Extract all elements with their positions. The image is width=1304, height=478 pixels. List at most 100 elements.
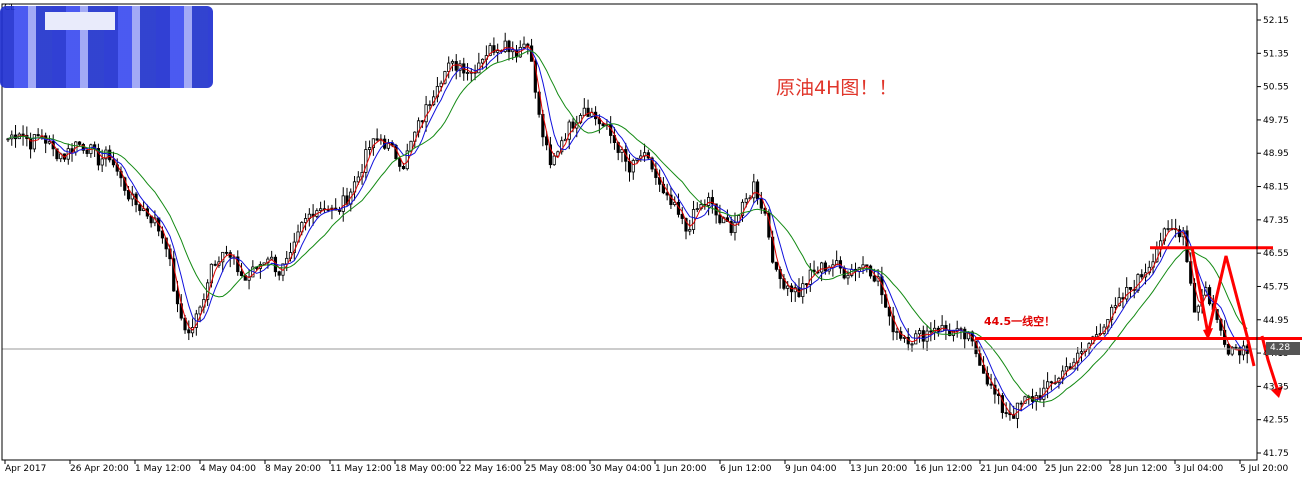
y-tick-label: 46.55 [1263, 249, 1289, 259]
moving-averages-layer [7, 45, 1248, 416]
candle-body [85, 149, 89, 154]
x-tick-label: 1 Jun 20:00 [655, 464, 707, 474]
candle-body [1004, 412, 1008, 414]
y-tick-label: 42.55 [1263, 416, 1289, 426]
candle-body [367, 147, 372, 150]
candle-body [586, 107, 590, 117]
candle-body [917, 330, 922, 335]
candle-body [480, 58, 485, 64]
candle-body [1166, 228, 1170, 230]
candle-body [375, 138, 379, 141]
candle-body [1064, 366, 1069, 372]
candle-body [752, 181, 756, 199]
candle-body [1079, 351, 1084, 354]
candles-layer [6, 32, 1249, 429]
y-tick-label: 47.35 [1263, 216, 1289, 226]
ma-mid-line [7, 47, 1248, 412]
candle-body [450, 61, 455, 64]
candle-body [1046, 381, 1050, 389]
chart-window: 52.15 51.35 50.55 49.75 48.95 48.15 47.35 46.55… [0, 0, 1304, 478]
candle-body [303, 218, 308, 223]
y-tick-label: 45.75 [1263, 282, 1289, 292]
candle-body [910, 343, 914, 346]
x-tick-label: 25 Jun 22:00 [1045, 464, 1102, 474]
candle-body [1140, 274, 1144, 278]
candle-body [32, 134, 36, 150]
candle-body [277, 271, 281, 276]
y-tick-label: 52.15 [1263, 16, 1289, 26]
x-tick-label: Apr 2017 [5, 464, 46, 474]
candle-body [77, 141, 82, 145]
candle-body [1196, 305, 1200, 313]
x-tick-label: 26 Apr 20:00 [70, 464, 129, 474]
candle-body [138, 204, 142, 211]
candle-body [868, 265, 873, 277]
candle-body [571, 121, 575, 129]
candle-body [925, 330, 929, 342]
candle-body [820, 262, 824, 273]
current-price-tag: 4.28 [1266, 342, 1300, 355]
x-tick-label: 16 Jun 12:00 [915, 464, 972, 474]
candle-body [601, 123, 605, 126]
candle-body [1094, 334, 1099, 338]
candle-body [126, 190, 131, 200]
candle-body [1049, 381, 1053, 384]
x-tick-label: 18 May 00:00 [395, 464, 457, 474]
y-tick-label: 49.75 [1263, 116, 1289, 126]
title-annotation: 原油4H图！！ [776, 77, 898, 99]
candle-body [759, 198, 763, 209]
candle-body [582, 107, 586, 116]
candle-body [428, 104, 432, 107]
candle-body [552, 155, 556, 166]
x-tick-label: 6 Jun 12:00 [720, 464, 772, 474]
candle-body [341, 195, 345, 212]
candle-body [213, 263, 217, 266]
y-tick-label: 48.95 [1263, 149, 1289, 159]
candle-body [6, 138, 10, 141]
candle-body [270, 256, 274, 260]
candle-body [755, 181, 760, 200]
candle-body [21, 133, 25, 136]
candle-body [786, 285, 790, 289]
candle-body [465, 72, 470, 74]
candle-body [929, 330, 933, 333]
candle-body [496, 50, 500, 53]
candle-body [631, 160, 635, 173]
ma-slow-line [7, 50, 1248, 403]
candle-body [823, 262, 827, 272]
candle-body [1113, 305, 1117, 308]
y-tick-label: 43.35 [1263, 382, 1289, 392]
x-tick-label: 1 May 12:00 [135, 464, 191, 474]
candle-body [627, 160, 632, 173]
candle-body [744, 198, 748, 203]
x-tick-label: 28 Jun 12:00 [1110, 464, 1167, 474]
x-tick-label: 13 Jun 20:00 [850, 464, 907, 474]
candle-body [804, 283, 809, 286]
y-tick-label: 50.55 [1263, 83, 1289, 93]
x-tick-label: 8 May 20:00 [265, 464, 321, 474]
candle-body [224, 251, 229, 254]
candle-body [902, 336, 907, 339]
candle-body [398, 158, 402, 167]
candle-body [401, 166, 406, 170]
ma-fast-line [7, 45, 1248, 416]
x-tick-label: 25 May 08:00 [525, 464, 587, 474]
candle-body [1128, 287, 1133, 290]
candle-body [872, 275, 876, 282]
x-tick-label: 4 May 04:00 [200, 464, 256, 474]
x-tick-label: 5 Jul 20:00 [1240, 464, 1289, 474]
candle-body [507, 40, 511, 53]
candle-body [100, 158, 104, 166]
y-tick-label: 48.15 [1263, 183, 1289, 193]
x-tick-label: 9 Jun 04:00 [785, 464, 837, 474]
x-tick-label: 3 Jul 04:00 [1175, 464, 1224, 474]
candle-body [733, 222, 737, 234]
candle-body [175, 290, 180, 305]
x-tick-label: 11 May 12:00 [330, 464, 392, 474]
candle-body [522, 43, 526, 48]
candle-body [989, 383, 993, 386]
candle-body [1125, 287, 1129, 300]
y-tick-label: 44.95 [1263, 316, 1289, 326]
candle-body [454, 61, 458, 71]
y-tick-label: 51.35 [1263, 49, 1289, 59]
